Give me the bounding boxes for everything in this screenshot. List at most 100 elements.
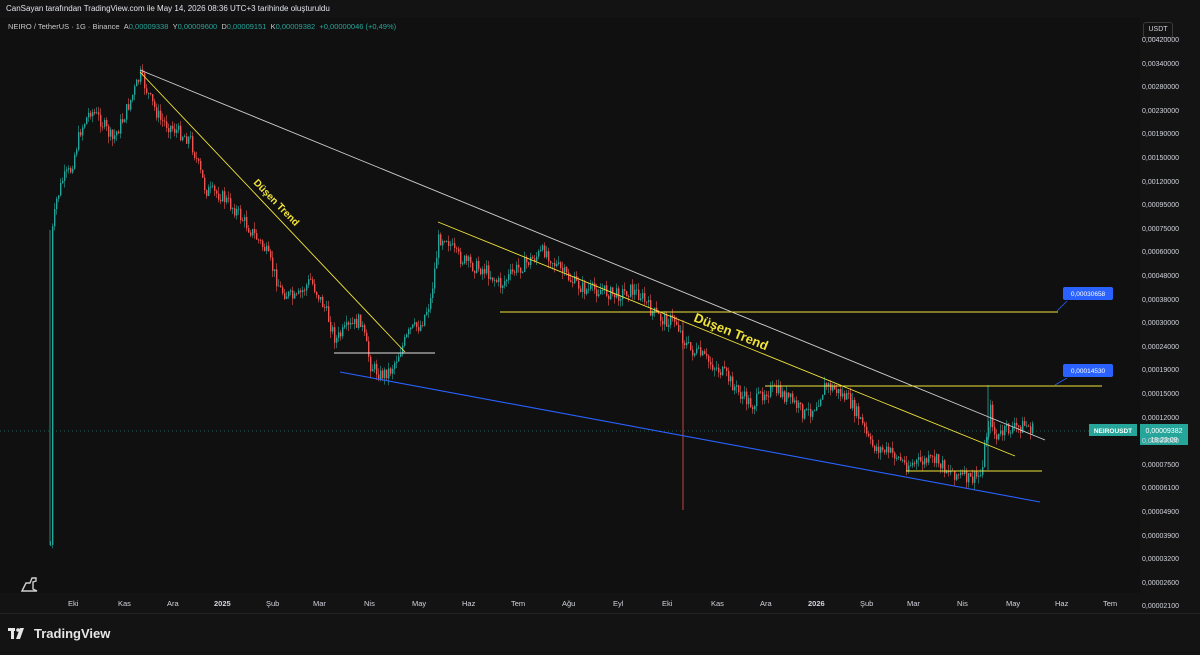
price-tick-label: 0,00003900 <box>1142 532 1179 540</box>
candle-body <box>578 280 580 289</box>
candle-body <box>732 376 734 391</box>
candle-body <box>814 410 816 412</box>
candle-body <box>444 241 446 242</box>
candle-body <box>636 289 638 291</box>
candle-body <box>614 294 616 298</box>
candle-body <box>254 229 256 234</box>
candle-body <box>502 285 504 288</box>
candle-body <box>914 462 916 464</box>
candle-body <box>644 293 646 302</box>
candle-body <box>522 271 524 273</box>
candle-body <box>478 260 480 269</box>
candle-body <box>114 135 116 140</box>
candle-body <box>820 399 822 406</box>
candle-body <box>540 249 542 251</box>
candle-body <box>374 363 376 370</box>
candle-body <box>166 121 168 129</box>
candle-body <box>916 459 918 464</box>
candle-body <box>112 129 114 140</box>
candle-body <box>692 349 694 356</box>
time-tick-label: Tem <box>511 599 526 608</box>
candle-body <box>104 120 106 127</box>
candle-body <box>968 473 970 483</box>
candle-body <box>434 268 436 289</box>
candle-body <box>424 314 426 326</box>
candle-body <box>990 404 992 428</box>
candle-body <box>466 255 468 261</box>
candle-body <box>94 111 96 114</box>
candle-body <box>518 264 520 268</box>
candle-body <box>56 198 58 210</box>
callout-high-leader <box>1056 300 1068 312</box>
time-tick-label: Şub <box>266 599 280 608</box>
time-tick-label: Mar <box>907 599 920 608</box>
candle-body <box>188 137 190 144</box>
candle-body <box>680 330 682 332</box>
candle-body <box>808 408 810 410</box>
candle-body <box>552 262 554 264</box>
currency-selector[interactable]: USDT <box>1143 22 1173 38</box>
candle-body <box>758 391 760 394</box>
candle-body <box>266 245 268 251</box>
candle-body <box>300 290 302 293</box>
candle-body <box>308 279 310 285</box>
candle-body <box>520 267 522 273</box>
time-tick-label: Şub <box>860 599 874 608</box>
candle-body <box>206 190 208 196</box>
tradingview-logo[interactable]: TradingView <box>8 626 110 641</box>
candle-body <box>240 208 242 221</box>
candle-body <box>694 353 696 356</box>
candle-body <box>922 461 924 465</box>
candle-body <box>366 332 368 342</box>
candle-body <box>894 452 896 459</box>
candle-body <box>796 400 798 408</box>
candle-body <box>728 370 730 382</box>
candle-body <box>492 277 494 281</box>
candle-body <box>58 195 60 199</box>
candle-body <box>130 99 132 110</box>
candle-body <box>490 277 492 280</box>
candle-body <box>640 298 642 300</box>
candle-body <box>790 393 792 398</box>
candle-body <box>186 136 188 144</box>
candle-body <box>766 394 768 397</box>
price-tick-label: 0,00009500 <box>1142 438 1179 446</box>
candle-body <box>740 392 742 399</box>
candle-body <box>150 93 152 95</box>
last-price-text: 0,00009382 <box>1146 428 1183 435</box>
candle-body <box>396 361 398 363</box>
candle-body <box>280 285 282 288</box>
time-tick-label: Kas <box>118 599 131 608</box>
candle-body <box>90 112 92 117</box>
candle-body <box>196 157 198 159</box>
candle-body <box>420 325 422 331</box>
candle-body <box>1014 422 1016 428</box>
candle-body <box>200 160 202 170</box>
candle-body <box>242 220 244 221</box>
low-value: 0,00009151 <box>226 22 267 31</box>
candle-body <box>324 307 326 308</box>
candle-body <box>698 347 700 349</box>
candle-body <box>472 262 474 271</box>
candle-body <box>548 251 550 262</box>
candle-body <box>232 208 234 210</box>
candle-body <box>734 386 736 391</box>
candle-body <box>568 272 570 281</box>
candle-body <box>438 234 440 258</box>
candle-body <box>290 290 292 292</box>
candle-body <box>184 136 186 138</box>
candle-body <box>870 436 872 440</box>
candle-body <box>976 471 978 477</box>
candle-body <box>360 314 362 327</box>
candle-body <box>60 182 62 196</box>
candle-body <box>348 322 350 325</box>
candle-body <box>874 445 876 451</box>
candle-body <box>102 126 104 128</box>
white-resistance-line <box>139 69 1046 441</box>
candle-body <box>336 337 338 343</box>
dino-icon[interactable] <box>20 575 42 593</box>
candle-body <box>590 284 592 289</box>
candle-body <box>730 376 732 382</box>
candle-body <box>302 290 304 293</box>
price-tick-label: 0,00150000 <box>1142 155 1179 162</box>
